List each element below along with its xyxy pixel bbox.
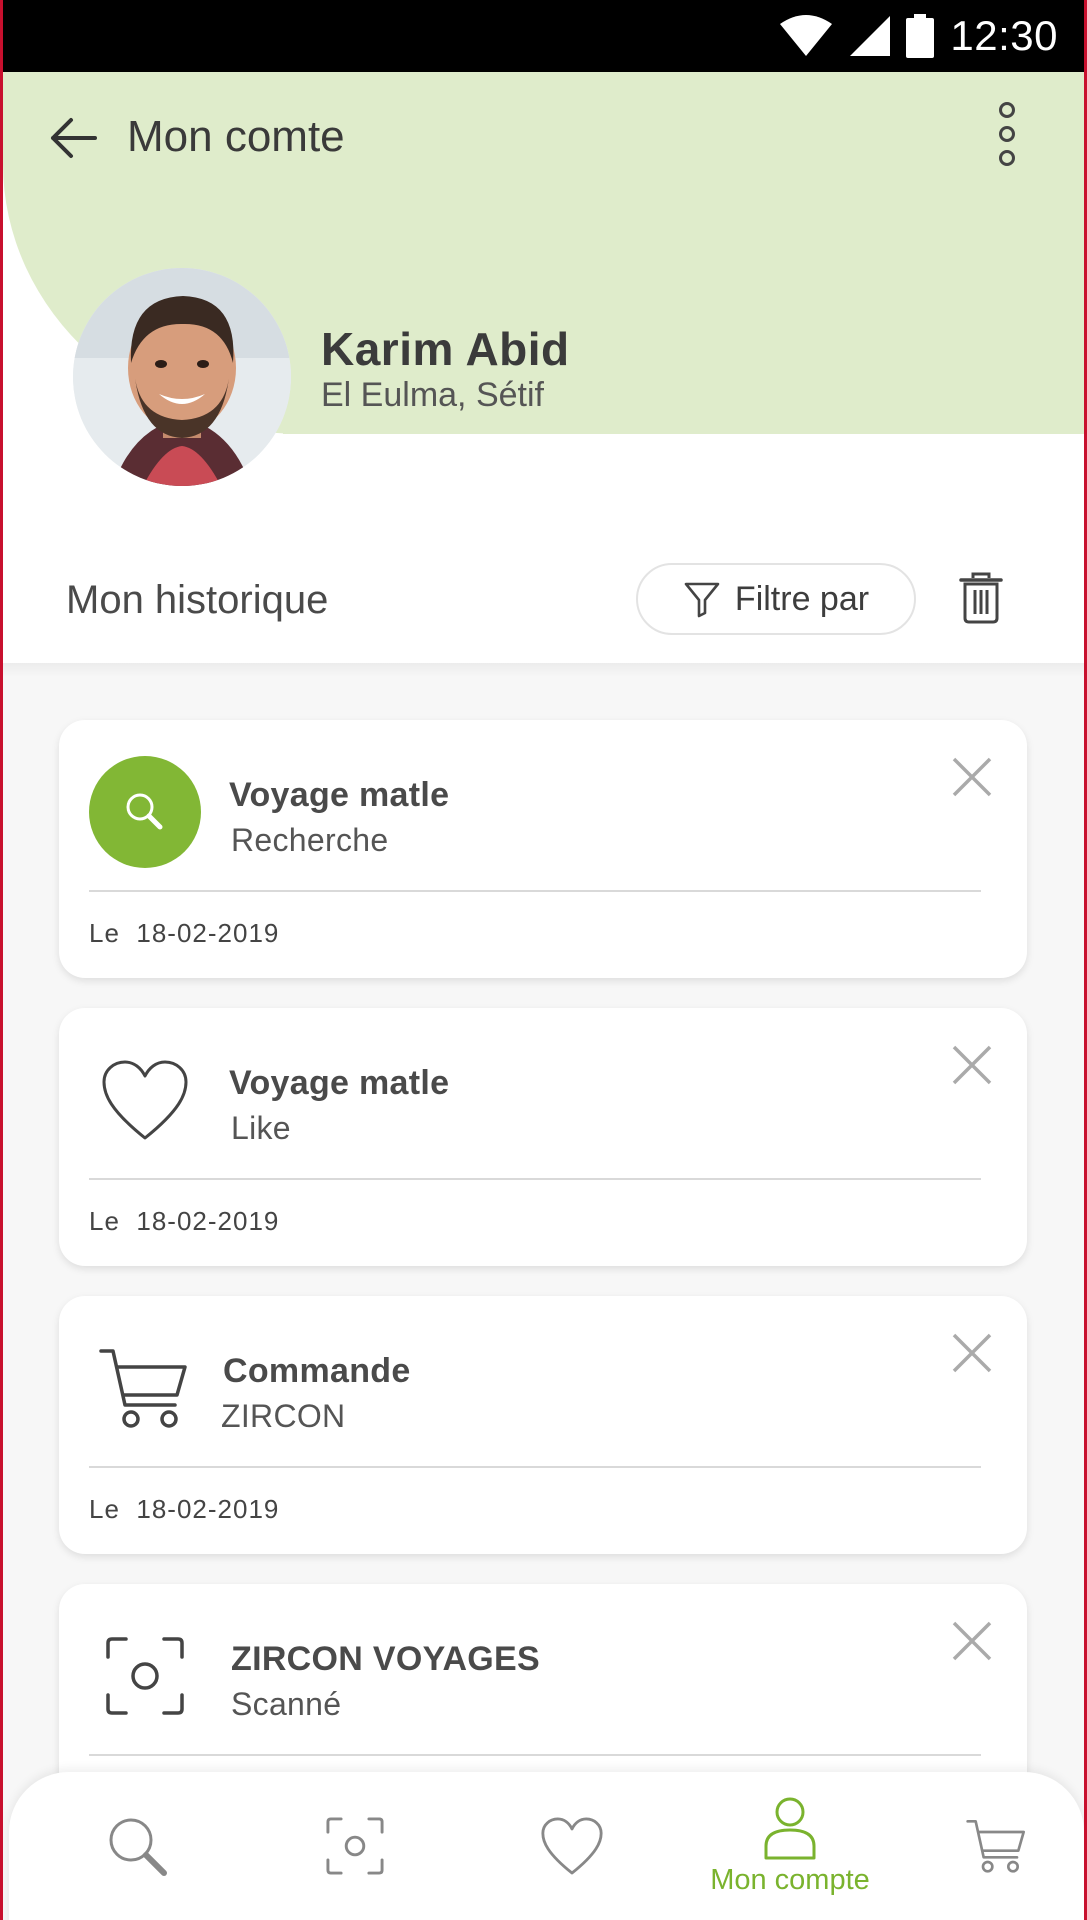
card-title: Voyage matle [229,1064,450,1102]
heart-icon [541,1817,603,1875]
nav-item-search[interactable] [89,1772,185,1920]
nav-item-favorites[interactable] [524,1772,620,1920]
scan-icon [89,1620,201,1732]
date-value: 18-02-2019 [136,1206,280,1236]
date-prefix: Le [89,1494,120,1524]
status-time: 12:30 [950,12,1058,59]
avatar-photo [73,268,291,486]
card-date: Le 18-02-2019 [89,918,279,949]
history-title: Mon historique [66,578,329,622]
nav-label-account: Mon compte [710,1863,870,1896]
user-icon [764,1797,816,1859]
trash-icon[interactable] [959,572,1003,624]
card-subtitle: Like [231,1110,291,1146]
close-icon[interactable] [951,1620,993,1662]
date-prefix: Le [89,1206,120,1236]
card-title: Voyage matle [229,776,450,814]
card-subtitle: Recherche [231,822,389,858]
list-top-shadow [3,663,1084,677]
close-icon[interactable] [951,1044,993,1086]
card-title: ZIRCON VOYAGES [231,1640,541,1678]
status-icons [778,14,934,58]
close-icon[interactable] [951,1332,993,1374]
filter-button[interactable]: Filtre par [636,563,916,635]
more-options-icon[interactable] [992,100,1022,168]
card-divider [89,1466,981,1468]
card-date: Le 18-02-2019 [89,1494,279,1525]
filter-label: Filtre par [734,579,870,618]
battery-icon [906,14,934,58]
nav-item-scan[interactable] [307,1772,403,1920]
page-title: Mon comte [127,112,345,161]
card-title: Commande [223,1352,411,1390]
user-name: Karim Abid [321,323,570,375]
date-value: 18-02-2019 [136,918,280,948]
avatar[interactable] [73,268,291,486]
history-card[interactable]: Voyage matle Recherche Le 18-02-2019 [59,720,1027,978]
nav-item-account[interactable]: Mon compte [685,1772,895,1920]
card-divider [89,890,981,892]
cart-icon [89,1332,201,1444]
date-value: 18-02-2019 [136,1494,280,1524]
history-card[interactable]: Voyage matle Like Le 18-02-2019 [59,1008,1027,1266]
search-icon [89,756,201,868]
back-arrow-icon[interactable] [47,112,99,164]
search-icon [109,1818,167,1876]
card-divider [89,1754,981,1756]
card-subtitle: ZIRCON [221,1398,346,1434]
card-divider [89,1178,981,1180]
cart-icon [966,1820,1025,1873]
close-icon[interactable] [951,756,993,798]
card-date: Le 18-02-2019 [89,1206,279,1237]
scan-icon [326,1817,384,1875]
card-subtitle: Scanné [231,1686,342,1722]
user-location: El Eulma, Sétif [321,376,544,414]
status-bar: 12:30 [3,0,1084,72]
nav-item-cart[interactable] [949,1772,1045,1920]
wifi-icon [780,15,832,56]
app-frame: 12:30 Mon comte Karim Abid El Eulma, Sét… [0,0,1087,1920]
signal-icon [850,16,890,56]
filter-icon [684,582,720,618]
heart-icon [89,1044,201,1156]
date-prefix: Le [89,918,120,948]
history-card[interactable]: Commande ZIRCON Le 18-02-2019 [59,1296,1027,1554]
bottom-navigation: Mon compte [9,1772,1084,1920]
